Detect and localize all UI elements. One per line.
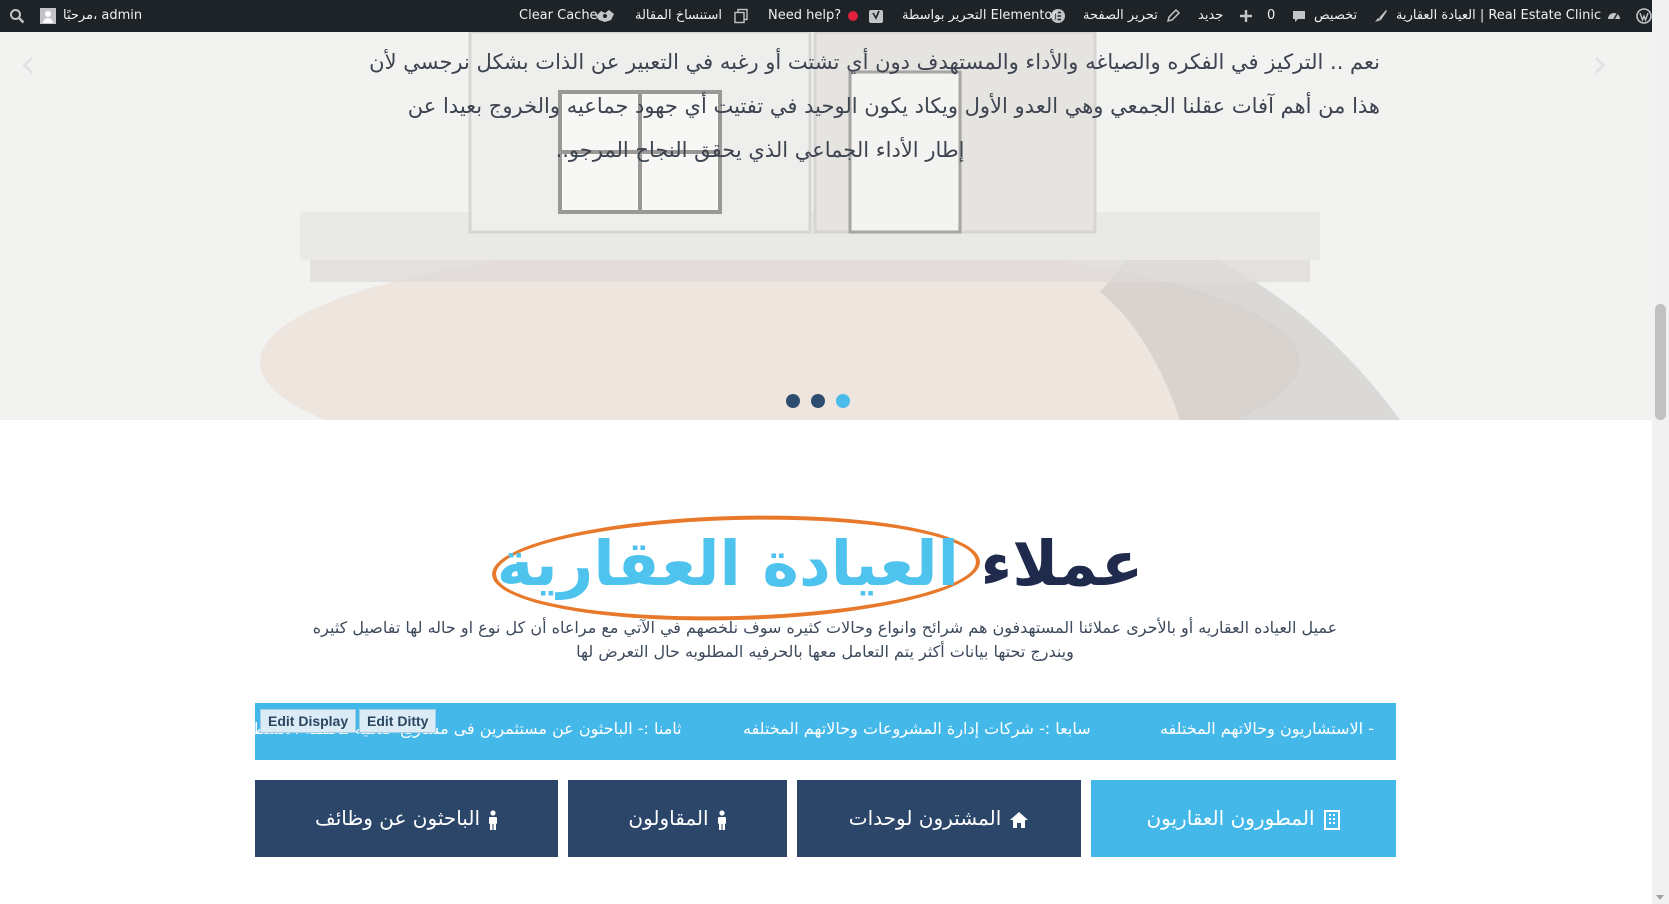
news-ticker: - الاستشاريون وحالاتهم المختلفه سابعا :-… bbox=[255, 703, 1396, 760]
ticker-item: سابعا :- شركات إدارة المشروعات وحالاتهم … bbox=[743, 719, 1091, 738]
slider-dot[interactable] bbox=[811, 394, 825, 408]
plus-icon bbox=[1238, 8, 1254, 24]
my-account-link[interactable]: مرحبًا، admin bbox=[63, 0, 142, 32]
wordpress-logo-icon[interactable] bbox=[1636, 8, 1652, 24]
section-title: عملاء العيادة العقارية bbox=[480, 514, 1160, 614]
page-scrollbar[interactable] bbox=[1652, 0, 1669, 904]
category-job-seekers-button[interactable]: الباحثون عن وظائف bbox=[255, 780, 558, 857]
slider-next-arrow[interactable]: › bbox=[1592, 44, 1608, 84]
site-name-link[interactable]: العيادة العقارية | Real Estate Clinic bbox=[1396, 0, 1601, 32]
category-buyers-button[interactable]: المشترون لوحدات bbox=[797, 780, 1081, 857]
hero-line: إطار الأداء الجماعي الذي يحقق النجاح الم… bbox=[555, 138, 965, 162]
edit-ditty-button[interactable]: Edit Ditty bbox=[359, 709, 437, 733]
pencil-icon bbox=[1165, 8, 1181, 24]
yoast-icon bbox=[868, 8, 884, 24]
clear-cache-link[interactable]: Clear Cache bbox=[519, 0, 598, 32]
comment-icon bbox=[1291, 8, 1307, 24]
search-icon[interactable] bbox=[9, 8, 25, 24]
category-label: المطورون العقاريون bbox=[1146, 806, 1315, 830]
home-icon bbox=[1009, 811, 1029, 829]
category-developers-button[interactable]: المطورون العقاريون bbox=[1091, 780, 1396, 857]
scrollbar-thumb[interactable] bbox=[1655, 304, 1666, 420]
slider-dot[interactable] bbox=[786, 394, 800, 408]
hero-slider: ‹ › نعم .. التركيز في الفكره والصياغه وا… bbox=[0, 32, 1652, 420]
edit-elementor-link[interactable]: التحرير بواسطة Elementor bbox=[902, 0, 1058, 32]
category-label: المشترون لوحدات bbox=[848, 806, 1002, 830]
hero-line: هذا من أهم آفات عقلنا الجمعي وهي العدو ا… bbox=[407, 94, 1380, 118]
title-dark-part: عملاء bbox=[980, 527, 1144, 600]
description-line: عميل العياده العقاريه أو بالأحرى عملائنا… bbox=[312, 618, 1338, 637]
status-dot-icon bbox=[848, 11, 858, 21]
comments-count[interactable]: 0 bbox=[1267, 0, 1275, 32]
dashboard-icon[interactable] bbox=[1606, 8, 1622, 24]
duplicate-post-link[interactable]: استنساخ المقالة bbox=[635, 0, 722, 32]
brush-icon bbox=[1372, 8, 1388, 24]
title-highlight-part: العيادة العقارية bbox=[496, 527, 959, 600]
ticker-item: - الاستشاريون وحالاتهم المختلفه bbox=[1160, 719, 1374, 738]
slider-prev-arrow[interactable]: ‹ bbox=[20, 44, 36, 84]
category-label: المقاولون bbox=[628, 806, 709, 830]
avatar[interactable] bbox=[40, 8, 56, 24]
need-help-link[interactable]: Need help? bbox=[768, 0, 841, 32]
person-icon bbox=[488, 809, 498, 830]
person-icon bbox=[717, 809, 727, 830]
edit-display-button[interactable]: Edit Display bbox=[260, 709, 357, 733]
section-description: عميل العياده العقاريه أو بالأحرى عملائنا… bbox=[270, 616, 1380, 664]
hero-line: نعم .. التركيز في الفكره والصياغه والأدا… bbox=[369, 50, 1380, 74]
edit-page-link[interactable]: تحرير الصفحة bbox=[1083, 0, 1158, 32]
customize-link[interactable]: تخصيص bbox=[1314, 0, 1357, 32]
new-content-link[interactable]: جديد bbox=[1198, 0, 1223, 32]
category-label: الباحثون عن وظائف bbox=[314, 806, 480, 830]
duplicate-icon bbox=[733, 8, 749, 24]
scroll-down-arrow-icon[interactable] bbox=[1656, 895, 1664, 900]
slider-dot-active[interactable] bbox=[836, 394, 850, 408]
wp-admin-bar: العيادة العقارية | Real Estate Clinic تخ… bbox=[0, 0, 1652, 32]
building-icon bbox=[1323, 809, 1341, 830]
category-contractors-button[interactable]: المقاولون bbox=[568, 780, 787, 857]
hero-paragraph: نعم .. التركيز في الفكره والصياغه والأدا… bbox=[260, 40, 1380, 172]
description-line: ويندرج تحتها بيانات أكثر يتم التعامل معه… bbox=[576, 642, 1074, 661]
